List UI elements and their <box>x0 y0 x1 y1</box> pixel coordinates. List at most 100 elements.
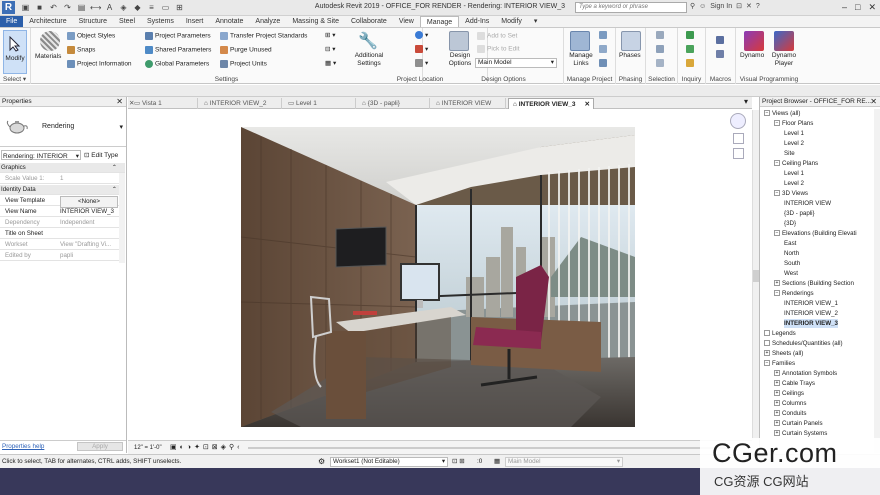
dynamo-player-icon[interactable] <box>774 31 794 51</box>
mep-settings-icon[interactable]: ⊟ ▾ <box>325 45 336 53</box>
tab-architecture[interactable]: Architecture <box>23 16 72 27</box>
structural-settings-icon[interactable]: ⊞ ▾ <box>325 31 336 39</box>
global-parameters-button[interactable]: Global Parameters <box>145 60 209 68</box>
browser-node[interactable]: − Views (all) <box>764 109 800 118</box>
dynamo-player-button[interactable]: Dynamo Player <box>770 52 798 68</box>
close-icon[interactable]: ✕ <box>868 2 876 13</box>
design-option-status-select[interactable]: Main Model ▾ <box>505 457 623 467</box>
browser-node[interactable]: INTERIOR VIEW_1 <box>784 299 838 308</box>
tab-annotate[interactable]: Annotate <box>209 16 249 27</box>
tab-add-ins[interactable]: Add-Ins <box>459 16 495 27</box>
type-selector[interactable]: Rendering ▾ <box>0 107 126 147</box>
tab-massing-site[interactable]: Massing & Site <box>286 16 345 27</box>
doc-tab-interior-view[interactable]: ⌂ INTERIOR VIEW <box>432 98 506 109</box>
doc-tab-interior-view-3[interactable]: ⌂ INTERIOR VIEW_3 ✕ <box>508 98 594 109</box>
warnings-icon[interactable] <box>686 59 696 67</box>
ids-of-selection-icon[interactable] <box>686 31 696 39</box>
property-row[interactable]: View Name INTERIOR VIEW_3 <box>0 207 125 217</box>
expand-icon[interactable]: + <box>774 400 780 407</box>
browser-node[interactable]: Level 2 <box>784 139 804 148</box>
expand-icon[interactable]: + <box>774 380 780 387</box>
edit-selection-icon[interactable] <box>656 59 666 67</box>
tab-structure[interactable]: Structure <box>73 16 113 27</box>
browser-node[interactable]: {3D - papli} <box>784 209 815 218</box>
property-value[interactable]: View "Drafting Vi... <box>60 240 118 250</box>
property-row[interactable]: Scale Value 1: 1 <box>0 174 125 184</box>
additional-settings-button[interactable]: Additional Settings <box>349 52 389 68</box>
tab-modify[interactable]: Modify <box>495 16 528 27</box>
browser-node[interactable]: East <box>784 239 796 248</box>
phases-button[interactable]: Phases <box>619 52 641 59</box>
minimize-icon[interactable]: – <box>842 2 847 13</box>
workset-select[interactable]: Workset1 (Not Editable) ▾ <box>330 457 448 467</box>
edit-type-button[interactable]: ⊡ Edit Type <box>84 150 118 161</box>
properties-help-link[interactable]: Properties help <box>2 441 44 452</box>
cart-icon[interactable]: ⊡ <box>736 2 742 10</box>
snaps-button[interactable]: Snaps <box>67 46 95 54</box>
expand-icon[interactable]: + <box>774 410 780 417</box>
design-options-icon[interactable] <box>449 31 469 51</box>
editing-requests-icon[interactable]: ⊡⊞ <box>452 455 467 469</box>
browser-node[interactable]: South <box>784 259 800 268</box>
tab-view[interactable]: View <box>393 16 420 27</box>
save-selection-icon[interactable] <box>656 31 666 39</box>
sign-in-link[interactable]: Sign In <box>710 3 732 10</box>
browser-node[interactable]: − Families <box>764 359 795 368</box>
macro-security-icon[interactable] <box>716 50 726 58</box>
shared-parameters-button[interactable]: Shared Parameters <box>145 46 211 54</box>
object-styles-button[interactable]: Object Styles <box>67 32 115 40</box>
manage-links-button[interactable]: Manage Links <box>566 52 596 68</box>
tab-file[interactable]: File <box>0 16 24 27</box>
property-row[interactable]: View Template <None> <box>0 196 125 208</box>
dynamo-icon[interactable] <box>744 31 764 51</box>
help-icon[interactable]: ? <box>756 3 760 10</box>
starting-view-icon[interactable] <box>599 59 609 67</box>
browser-node[interactable]: INTERIOR VIEW_3 <box>784 319 838 328</box>
property-row[interactable]: Dependency Independent <box>0 218 125 228</box>
browser-node[interactable]: {3D} <box>784 219 796 228</box>
coordinates-icon[interactable]: ▾ <box>415 45 428 54</box>
manage-links-icon[interactable] <box>570 31 590 51</box>
browser-scrollbar[interactable] <box>874 109 880 453</box>
collapse-icon[interactable]: − <box>774 290 780 297</box>
collapse-icon[interactable]: − <box>774 190 780 197</box>
canvas-vertical-scrollbar[interactable] <box>752 110 759 440</box>
collapse-icon[interactable]: − <box>774 160 780 167</box>
browser-node[interactable]: Level 1 <box>784 129 804 138</box>
close-icon[interactable]: ✕ <box>585 99 590 110</box>
browser-node[interactable]: West <box>784 269 798 278</box>
ribbon-toggle-icon[interactable]: ▾ <box>528 16 544 27</box>
pan-icon[interactable] <box>733 148 744 159</box>
property-section[interactable]: Graphics ⌃ <box>0 163 125 173</box>
browser-node[interactable]: Schedules/Quantities (all) <box>764 339 843 348</box>
collapse-icon[interactable]: ⌃ <box>112 163 117 173</box>
collapse-icon[interactable]: − <box>764 110 770 117</box>
doc-tab-3d-papli[interactable]: ⌂ {3D - papli} <box>358 98 430 109</box>
browser-node[interactable]: − Renderings <box>774 289 814 298</box>
tab-insert[interactable]: Insert <box>180 16 210 27</box>
browser-node[interactable]: + Columns <box>774 399 806 408</box>
search-icon[interactable]: ⚲ <box>690 2 695 10</box>
property-value[interactable]: 1 <box>60 174 118 184</box>
select-dropdown[interactable]: Select ▾ <box>0 75 30 83</box>
browser-node[interactable]: − Elevations (Building Elevati <box>774 229 857 238</box>
browser-node[interactable]: + Conduits <box>774 409 806 418</box>
browser-node[interactable]: Legends <box>764 329 796 338</box>
browser-node[interactable]: + Annotation Symbols <box>774 369 837 378</box>
browser-node[interactable]: North <box>784 249 799 258</box>
close-icon[interactable]: ✕ <box>116 97 123 107</box>
materials-icon[interactable] <box>40 31 60 51</box>
expand-icon[interactable]: + <box>774 280 780 287</box>
browser-node[interactable]: + Ceilings <box>774 389 804 398</box>
collapse-icon[interactable]: − <box>774 230 780 237</box>
tab-steel[interactable]: Steel <box>113 16 141 27</box>
pick-to-edit-button[interactable]: Pick to Edit <box>477 45 520 53</box>
doc-tab-level-1[interactable]: ▭ Level 1 <box>284 98 356 109</box>
phases-icon[interactable] <box>621 31 641 51</box>
browser-node[interactable]: + Curtain Panels <box>774 419 823 428</box>
tab-collaborate[interactable]: Collaborate <box>345 16 393 27</box>
expand-icon[interactable]: + <box>774 390 780 397</box>
view-control-icons[interactable]: ▣◐◑✦⊡⊠◈⚲‹ <box>170 441 243 455</box>
manage-images-icon[interactable] <box>599 31 609 39</box>
property-value[interactable]: Independent <box>60 218 118 228</box>
